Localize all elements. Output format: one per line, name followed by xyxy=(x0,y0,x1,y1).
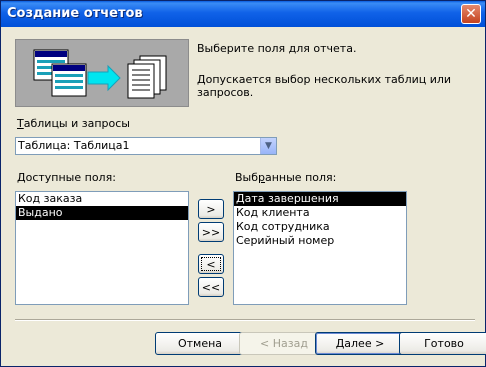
selected-fields-label: Выбранные поля: xyxy=(235,171,337,184)
add-all-fields-button[interactable]: >> xyxy=(198,222,224,242)
tables-to-report-icon xyxy=(33,49,167,99)
next-button[interactable]: Далее > xyxy=(315,332,405,355)
footer-divider xyxy=(15,319,475,321)
list-item[interactable]: Выдано xyxy=(16,206,188,220)
available-fields-label: Доступные поля: xyxy=(17,171,116,184)
list-item[interactable]: Дата завершения xyxy=(234,192,406,206)
list-item[interactable]: Код сотрудника xyxy=(234,220,406,234)
instruction-note: Допускается выбор нескольких таблиц или … xyxy=(197,73,452,99)
instruction-text: Выберите поля для отчета. xyxy=(197,42,357,55)
report-wizard-window: Создание отчетов ✕ Выберите поля для отч… xyxy=(0,0,486,367)
tables-label: Таблицы и запросы xyxy=(17,117,130,130)
wizard-illustration xyxy=(15,39,189,107)
title-bar[interactable]: Создание отчетов ✕ xyxy=(1,1,485,27)
remove-all-fields-button[interactable]: << xyxy=(198,277,224,297)
add-field-button[interactable]: > xyxy=(198,199,224,219)
close-button[interactable]: ✕ xyxy=(461,4,481,24)
list-item[interactable]: Код заказа xyxy=(16,192,188,206)
available-fields-list[interactable]: Код заказа Выдано xyxy=(15,191,189,305)
list-item[interactable]: Серийный номер xyxy=(234,234,406,248)
close-icon: ✕ xyxy=(465,6,477,22)
chevron-down-icon[interactable]: ▼ xyxy=(260,138,276,154)
remove-field-button[interactable]: < xyxy=(198,254,224,274)
finish-button[interactable]: Готово xyxy=(399,332,486,355)
tables-combobox[interactable]: Таблица: Таблица1 ▼ xyxy=(15,137,277,155)
cancel-button[interactable]: Отмена xyxy=(155,332,245,355)
window-title: Создание отчетов xyxy=(7,6,143,21)
tables-combobox-value: Таблица: Таблица1 xyxy=(18,139,130,152)
selected-fields-list[interactable]: Дата завершения Код клиента Код сотрудни… xyxy=(233,191,407,305)
list-item[interactable]: Код клиента xyxy=(234,206,406,220)
